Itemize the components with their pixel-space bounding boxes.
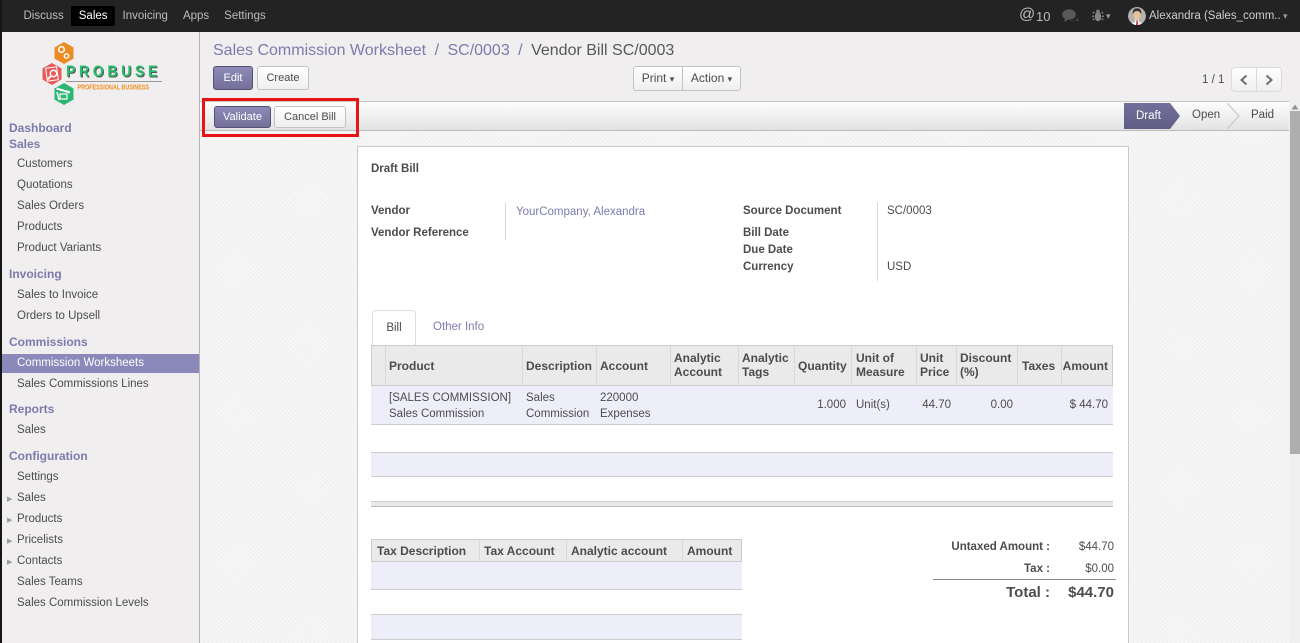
- svg-text:PROFESSIONAL BUSINESS: PROFESSIONAL BUSINESS: [78, 83, 150, 92]
- svg-text:PROBUSE: PROBUSE: [66, 64, 161, 81]
